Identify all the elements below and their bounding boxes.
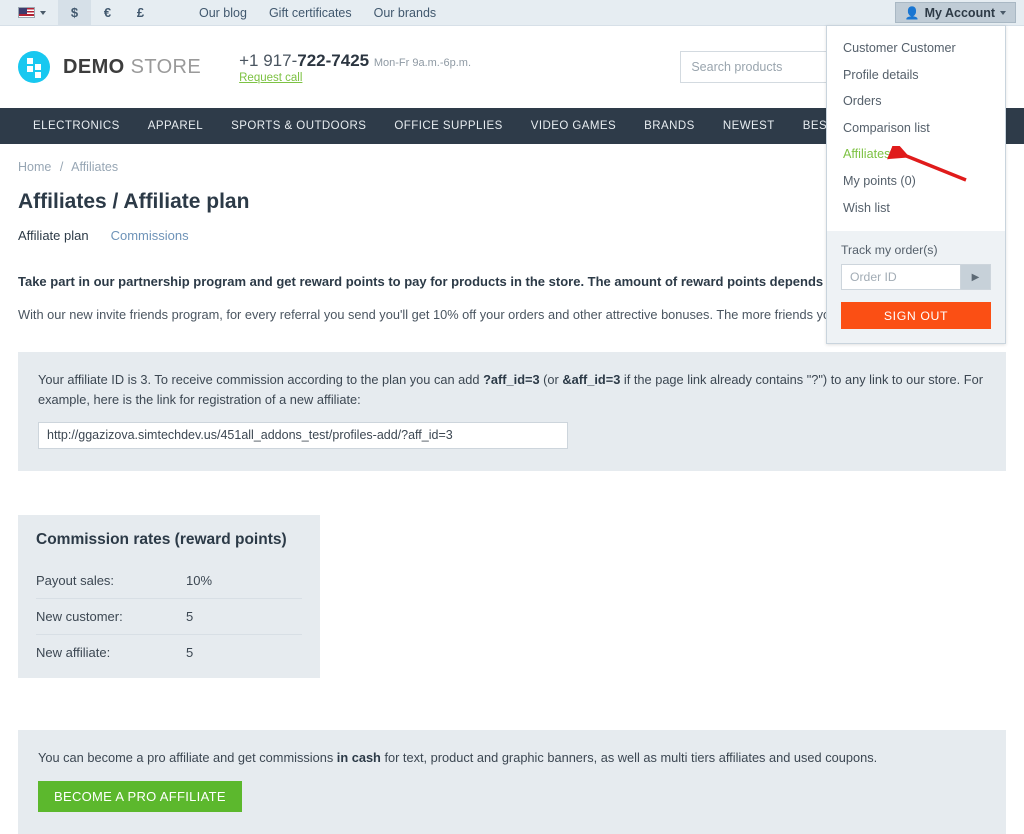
person-icon: 👤: [904, 5, 920, 20]
logo-text-light: STORE: [130, 55, 202, 78]
pro-text-bold: in cash: [336, 750, 381, 766]
request-call-link[interactable]: Request call: [239, 72, 471, 84]
menu-item-affiliates[interactable]: Affiliates: [827, 141, 1005, 168]
track-order-label: Track my order(s): [841, 243, 938, 258]
top-bar: $ € £ Our blog Gift certificates Our bra…: [0, 0, 1024, 26]
breadcrumb-separator: /: [59, 160, 64, 174]
affiliate-info-code-2: &aff_id=3: [562, 372, 621, 388]
phone-prefix: +1 917-: [239, 50, 298, 70]
topbar-link-our-brands[interactable]: Our brands: [374, 6, 437, 20]
affiliate-info-code-1: ?aff_id=3: [483, 372, 540, 388]
breadcrumb-home[interactable]: Home: [18, 160, 51, 174]
currency-gbp[interactable]: £: [124, 0, 157, 25]
phone-block: +1 917-722-7425 Mon-Fr 9a.m.-6p.m. Reque…: [239, 51, 471, 84]
currency-usd[interactable]: $: [58, 0, 91, 25]
become-pro-affiliate-button[interactable]: BECOME A PRO AFFILIATE: [38, 781, 242, 813]
store-hours: Mon-Fr 9a.m.-6p.m.: [373, 56, 472, 69]
tab-affiliate-plan[interactable]: Affiliate plan: [18, 228, 89, 243]
phone-bold: 722-7425: [297, 50, 370, 70]
logo-mark-icon: [18, 51, 50, 83]
menu-item-wish-list[interactable]: Wish list: [827, 195, 1005, 222]
menu-item-customer-customer[interactable]: Customer Customer: [827, 35, 1005, 62]
sign-out-button[interactable]: SIGN OUT: [841, 302, 991, 330]
nav-item-sports-outdoors[interactable]: SPORTS & OUTDOORS: [217, 120, 380, 132]
chevron-down-icon: [1000, 10, 1006, 15]
my-account-button[interactable]: 👤 My Account: [894, 2, 1016, 23]
nav-item-office-supplies[interactable]: OFFICE SUPPLIES: [380, 120, 516, 132]
affiliate-link-input[interactable]: http://ggazizova.simtechdev.us/451all_ad…: [38, 422, 568, 450]
pro-text-1: You can become a pro affiliate and get c…: [38, 750, 337, 766]
order-id-input[interactable]: Order ID: [841, 264, 960, 291]
rate-value-new-affiliate: 5: [186, 645, 194, 661]
menu-item-my-points[interactable]: My points (0): [827, 168, 1005, 195]
logo-text: DEMO STORE: [63, 56, 201, 79]
tab-commissions[interactable]: Commissions: [111, 228, 189, 243]
nav-item-apparel[interactable]: APPAREL: [134, 120, 217, 132]
track-order-row: Order ID ▶: [841, 264, 991, 291]
pro-text-2: for text, product and graphic banners, a…: [380, 750, 878, 766]
phone-number: +1 917-722-7425 Mon-Fr 9a.m.-6p.m.: [239, 51, 471, 71]
topbar-link-gift-certificates[interactable]: Gift certificates: [269, 6, 352, 20]
menu-item-orders[interactable]: Orders: [827, 88, 1005, 115]
rate-value-payout-sales: 10%: [186, 573, 213, 589]
nav-item-brands[interactable]: BRANDS: [630, 120, 709, 132]
language-selector[interactable]: [0, 0, 58, 25]
affiliate-info-text-1: Your affiliate ID is 3. To receive commi…: [38, 372, 484, 388]
logo-text-bold: DEMO: [63, 55, 125, 78]
commission-rates-card: Commission rates (reward points) Payout …: [18, 515, 320, 679]
play-triangle-icon: ▶: [971, 271, 980, 283]
rate-row: New affiliate: 5: [36, 635, 302, 670]
breadcrumb-affiliates[interactable]: Affiliates: [71, 160, 118, 174]
nav-item-newest[interactable]: NEWEST: [709, 120, 789, 132]
affiliate-info-box: Your affiliate ID is 3. To receive commi…: [18, 352, 1006, 472]
track-order-section: Track my order(s) Order ID ▶ SIGN OUT: [827, 231, 1005, 344]
pro-affiliate-box: You can become a pro affiliate and get c…: [18, 730, 1006, 834]
rate-label-new-affiliate: New affiliate:: [36, 645, 111, 661]
currency-eur[interactable]: €: [91, 0, 124, 25]
chevron-down-icon: [40, 10, 46, 15]
menu-item-comparison-list[interactable]: Comparison list: [827, 115, 1005, 142]
rate-value-new-customer: 5: [186, 609, 194, 625]
commission-rates-title: Commission rates (reward points): [36, 531, 287, 549]
menu-item-profile-details[interactable]: Profile details: [827, 62, 1005, 89]
nav-item-video-games[interactable]: VIDEO GAMES: [517, 120, 630, 132]
us-flag-icon: [18, 7, 35, 18]
my-account-label: My Account: [924, 5, 995, 20]
logo[interactable]: DEMO STORE: [18, 51, 201, 83]
rate-label-new-customer: New customer:: [36, 609, 123, 625]
nav-item-electronics[interactable]: ELECTRONICS: [18, 120, 134, 132]
topbar-link-blog[interactable]: Our blog: [199, 6, 247, 20]
my-account-dropdown: Customer Customer Profile details Orders…: [826, 25, 1006, 345]
rate-label-payout-sales: Payout sales:: [36, 573, 115, 589]
track-order-submit-button[interactable]: ▶: [960, 264, 991, 291]
rate-row: New customer: 5: [36, 599, 302, 636]
affiliate-info-text-2: (or: [539, 372, 563, 388]
rate-row: Payout sales: 10%: [36, 563, 302, 600]
